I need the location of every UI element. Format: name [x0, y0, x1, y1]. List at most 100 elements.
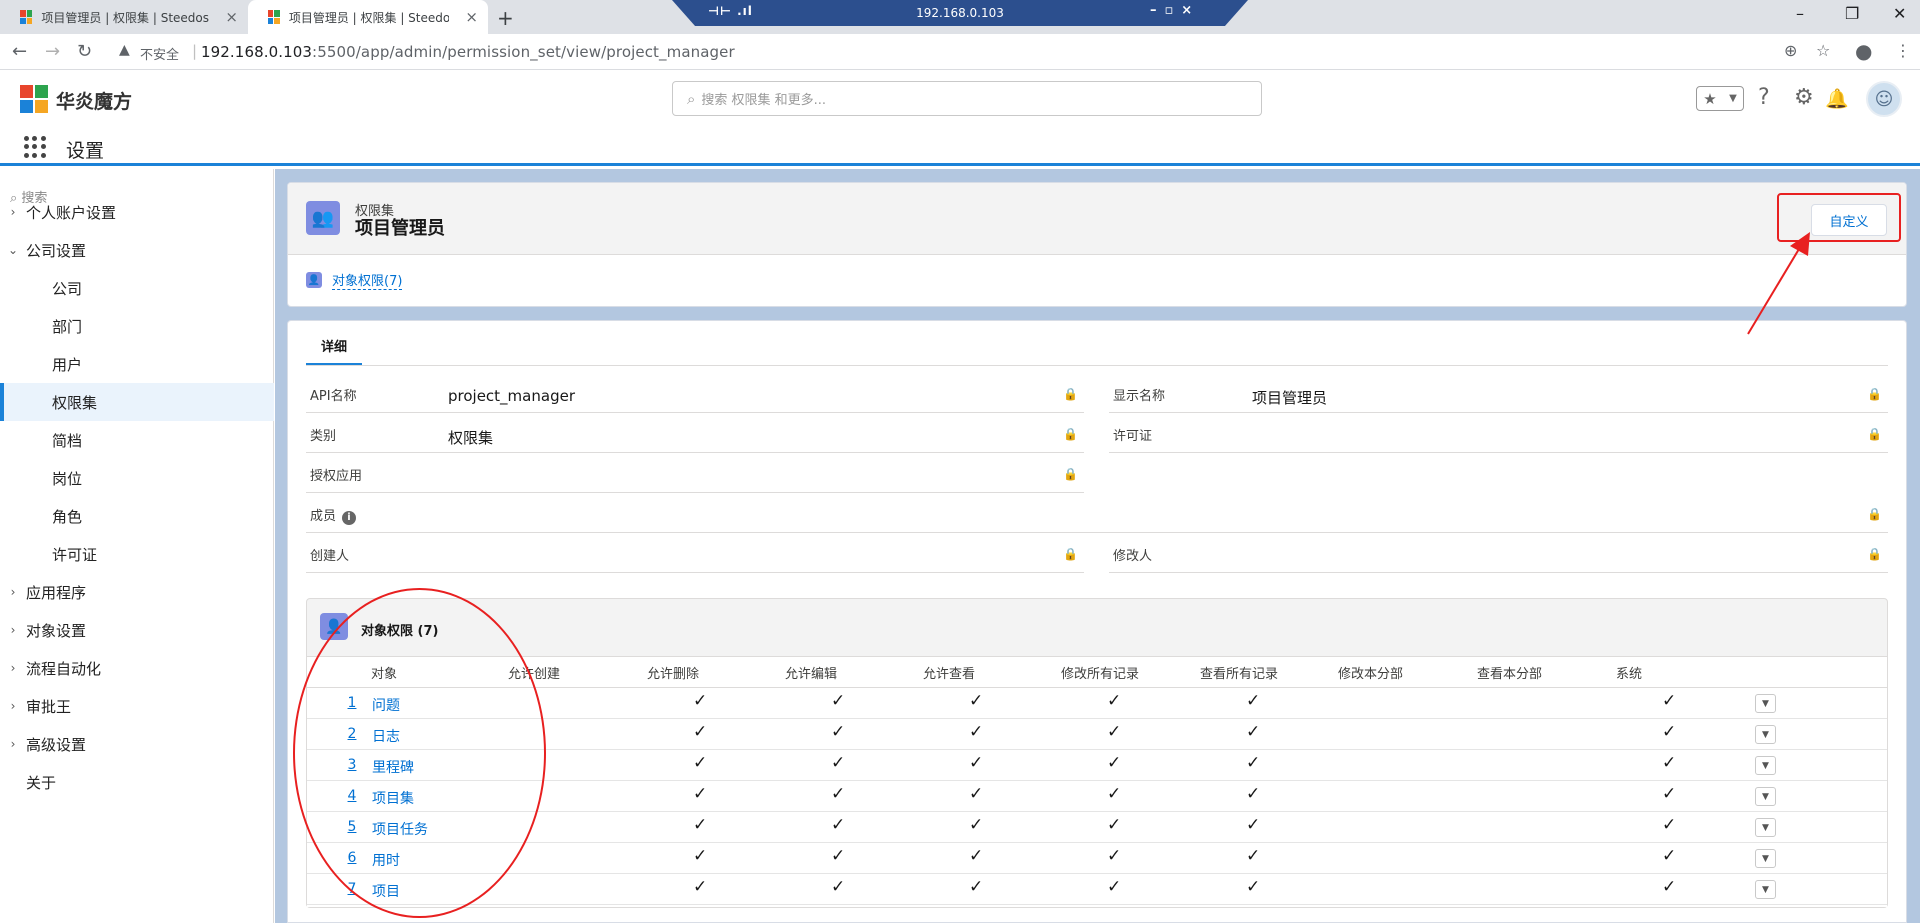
close-tab-icon[interactable]: × [465, 8, 478, 26]
sidebar-item-profiles[interactable]: 简档 [0, 421, 274, 459]
info-icon[interactable]: i [342, 511, 357, 525]
minimize-icon[interactable]: – [1796, 4, 1804, 23]
help-icon[interactable]: ? [1758, 85, 1770, 110]
sidebar-item-advanced-settings[interactable]: › 高级设置 [0, 725, 274, 763]
check-icon: ✓ [831, 691, 846, 711]
avatar[interactable]: ☺ [1866, 81, 1902, 117]
window-close-icon[interactable]: ✕ [1893, 4, 1906, 23]
brand-logo-icon[interactable] [20, 85, 48, 113]
sidebar-item-applications[interactable]: › 应用程序 [0, 573, 274, 611]
sidebar-item-personal-settings[interactable]: › 个人账户设置 [0, 193, 274, 231]
field-label: 创建人 [310, 549, 350, 564]
browser-menu-icon[interactable]: ⋮ [1895, 41, 1911, 60]
tab-detail[interactable]: 详细 [306, 336, 362, 366]
sidebar-item-positions[interactable]: 岗位 [0, 459, 274, 497]
check-icon: ✓ [1246, 877, 1261, 897]
remote-pin-icon[interactable]: ⊣⊢ .ıl [708, 4, 753, 18]
chevron-right-icon: › [10, 699, 16, 713]
check-icon: ✓ [1662, 815, 1677, 835]
url-field[interactable]: 192.168.0.103:5500/app/admin/permission_… [201, 43, 735, 61]
profile-icon[interactable]: ● [1855, 39, 1872, 63]
bell-icon[interactable]: 🔔 [1825, 87, 1849, 110]
remote-host: 192.168.0.103 [916, 6, 1004, 20]
sidebar-item-departments[interactable]: 部门 [0, 307, 274, 345]
gear-icon[interactable]: ⚙ [1794, 85, 1814, 110]
check-icon: ✓ [1662, 846, 1677, 866]
sidebar-item-roles[interactable]: 角色 [0, 497, 274, 535]
bookmark-star-icon[interactable]: ☆ [1816, 41, 1830, 60]
column-header[interactable]: 查看本分部 [1477, 663, 1542, 682]
lock-icon: 🔒 [1867, 387, 1882, 401]
row-actions-dropdown-icon[interactable]: ▼ [1755, 818, 1776, 837]
new-tab-button[interactable]: + [497, 6, 514, 30]
warning-icon[interactable]: ▲ [119, 42, 130, 58]
annotation-ellipse [293, 588, 546, 918]
row-actions-dropdown-icon[interactable]: ▼ [1755, 849, 1776, 868]
permission-set-icon: 👥 [306, 201, 340, 235]
chevron-right-icon: › [10, 585, 16, 599]
close-tab-icon[interactable]: × [225, 8, 238, 26]
row-actions-dropdown-icon[interactable]: ▼ [1755, 787, 1776, 806]
brand-name[interactable]: 华炎魔方 [56, 87, 132, 114]
check-icon: ✓ [1662, 722, 1677, 742]
app-launcher-icon[interactable] [24, 136, 46, 158]
related-list-quick-link[interactable]: 👤 对象权限(7) [306, 270, 403, 290]
check-icon: ✓ [1107, 846, 1122, 866]
column-header[interactable]: 允许编辑 [785, 663, 837, 682]
browser-tab-2[interactable]: 项目管理员 | 权限集 | Steedos × [248, 0, 488, 34]
sidebar-item-approvals[interactable]: › 审批王 [0, 687, 274, 725]
sidebar-item-licenses[interactable]: 许可证 [0, 535, 274, 573]
restore-icon[interactable]: ❐ [1845, 4, 1859, 23]
check-icon: ✓ [693, 877, 708, 897]
sidebar-item-permission-sets[interactable]: 权限集 [0, 383, 274, 421]
row-actions-dropdown-icon[interactable]: ▼ [1755, 694, 1776, 713]
field-label: 类别 [310, 429, 337, 444]
row-actions-dropdown-icon[interactable]: ▼ [1755, 725, 1776, 744]
row-actions-dropdown-icon[interactable]: ▼ [1755, 756, 1776, 775]
check-icon: ✓ [1246, 846, 1261, 866]
favorites-button[interactable]: ★ ▼ [1696, 86, 1744, 111]
sidebar-item-company-settings[interactable]: ⌄ 公司设置 [0, 231, 274, 269]
star-icon: ★ [1703, 89, 1717, 108]
lock-icon: 🔒 [1867, 427, 1882, 441]
field-value: 项目管理员 [1252, 389, 1328, 407]
object-permissions-link[interactable]: 对象权限(7) [332, 270, 403, 290]
check-icon: ✓ [831, 722, 846, 742]
sidebar-item-about[interactable]: 关于 [0, 763, 274, 801]
sidebar-item-process-automation[interactable]: › 流程自动化 [0, 649, 274, 687]
lock-icon: 🔒 [1867, 507, 1882, 521]
check-icon: ✓ [969, 815, 984, 835]
column-header[interactable]: 允许删除 [647, 663, 699, 682]
field-label: API名称 [310, 389, 357, 404]
table-row: 6 用时 ✓ ✓ ✓ ✓ ✓ ✓ ▼ [307, 843, 1887, 874]
column-header[interactable]: 允许查看 [923, 663, 975, 682]
forward-icon[interactable]: → [45, 41, 60, 62]
check-icon: ✓ [693, 691, 708, 711]
row-actions-dropdown-icon[interactable]: ▼ [1755, 880, 1776, 899]
column-header[interactable]: 系统 [1616, 663, 1642, 682]
remote-window-controls[interactable]: –▫× [1150, 3, 1200, 18]
column-header[interactable]: 修改本分部 [1338, 663, 1403, 682]
field-label: 成员 i [310, 505, 357, 525]
insecure-label[interactable]: 不安全 [140, 44, 179, 63]
column-header[interactable]: 修改所有记录 [1061, 663, 1139, 682]
sidebar-item-object-settings[interactable]: › 对象设置 [0, 611, 274, 649]
sidebar-item-company[interactable]: 公司 [0, 269, 274, 307]
check-icon: ✓ [1246, 784, 1261, 804]
check-icon: ✓ [1107, 691, 1122, 711]
field-label: 显示名称 [1113, 389, 1166, 404]
global-search-input[interactable]: ⌕ 搜索 权限集 和更多... [672, 81, 1262, 116]
check-icon: ✓ [1246, 691, 1261, 711]
column-header[interactable]: 查看所有记录 [1200, 663, 1278, 682]
search-icon: ⌕ [687, 89, 696, 108]
zoom-icon[interactable]: ⊕ [1784, 41, 1797, 60]
lock-icon: 🔒 [1063, 467, 1078, 481]
app-name: 设置 [66, 140, 105, 162]
check-icon: ✓ [831, 753, 846, 773]
sidebar-item-users[interactable]: 用户 [0, 345, 274, 383]
browser-tab-1[interactable]: 项目管理员 | 权限集 | Steedos × [0, 0, 248, 34]
back-icon[interactable]: ← [12, 41, 27, 62]
check-icon: ✓ [1662, 691, 1677, 711]
reload-icon[interactable]: ↻ [77, 41, 92, 62]
check-icon: ✓ [693, 753, 708, 773]
